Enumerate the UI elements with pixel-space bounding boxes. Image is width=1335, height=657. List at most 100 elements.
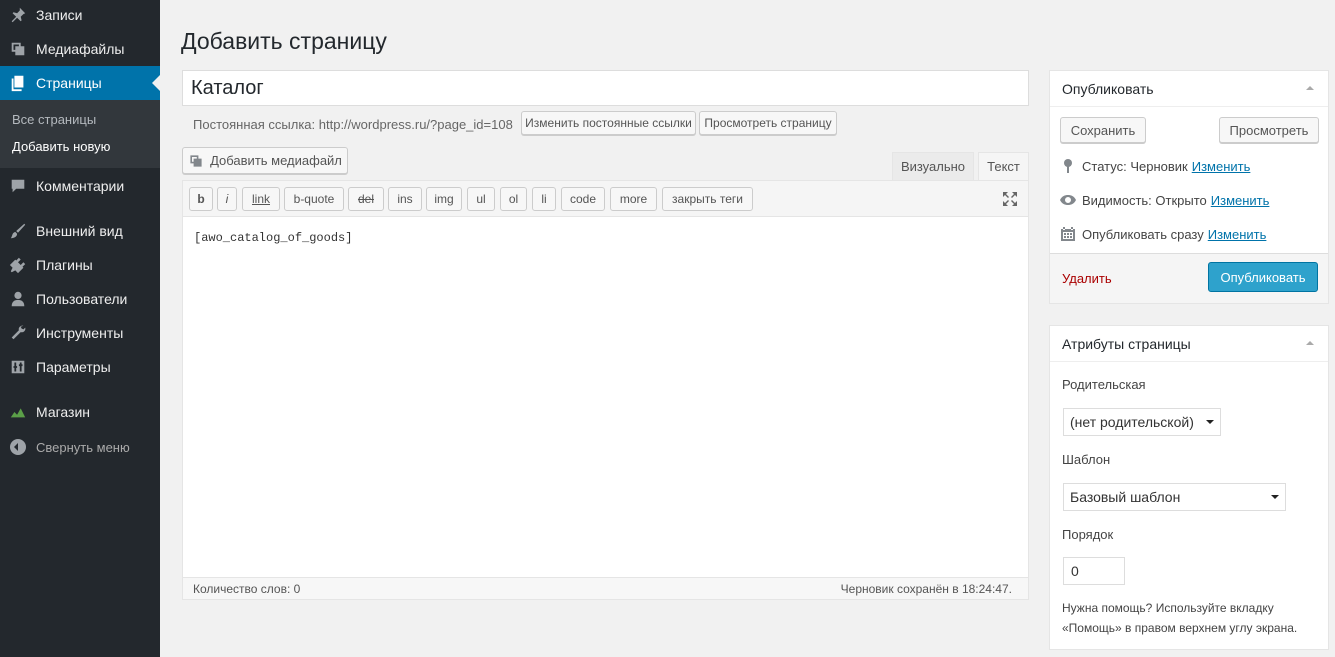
pin-icon [0,6,36,24]
submenu-add-new[interactable]: Добавить новую [12,139,110,154]
menu-item-label: Внешний вид [36,223,123,239]
status-row: Статус: Черновик Изменить [1060,158,1250,174]
wrench-icon [0,324,36,342]
qt-close-tags-button[interactable]: закрыть теги [662,187,753,211]
qt-del-button[interactable]: del [348,187,384,211]
publish-box-header: Опубликовать [1050,71,1328,107]
qt-li-button[interactable]: li [532,187,556,211]
media-icon [190,154,202,167]
permalink-url[interactable]: http://wordpress.ru/?page_id=108 [319,117,513,132]
schedule-label: Опубликовать сразу [1082,226,1204,242]
pages-submenu: Все страницы Добавить новую [0,100,160,168]
menu-item-tools[interactable]: Инструменты [0,316,160,350]
permalink-row: Постоянная ссылка: http://wordpress.ru/?… [193,117,513,132]
publish-actions: Удалить Опубликовать [1050,253,1328,303]
qt-ol-button[interactable]: ol [500,187,527,211]
edit-visibility-link[interactable]: Изменить [1211,193,1270,208]
page-attributes-box: Атрибуты страницы Родительская (нет роди… [1049,325,1329,650]
editor-status-bar: Количество слов: 0 Черновик сохранён в 1… [183,577,1028,599]
brush-icon [0,222,36,240]
menu-item-media[interactable]: Медиафайлы [0,32,160,66]
publish-box: Опубликовать Сохранить Просмотреть Стату… [1049,70,1329,304]
tab-visual[interactable]: Визуально [892,152,974,180]
media-icon [0,40,36,58]
publish-box-title: Опубликовать [1062,80,1154,97]
menu-item-plugins[interactable]: Плагины [0,248,160,282]
order-input[interactable]: 0 [1063,557,1125,585]
collapse-icon [0,439,36,455]
help-text: Нужна помощь? Используйте вкладку «Помощ… [1062,601,1298,635]
qt-more-button[interactable]: more [610,187,657,211]
tab-text[interactable]: Текст [978,152,1029,180]
menu-item-label: Медиафайлы [36,41,125,57]
visibility-label: Видимость: Открыто [1082,192,1207,208]
page-title: Добавить страницу [181,28,387,54]
calendar-icon [1061,227,1075,241]
qt-italic-button[interactable]: i [217,187,237,211]
menu-item-comments[interactable]: Комментарии [0,169,160,203]
menu-item-users[interactable]: Пользователи [0,282,160,316]
menu-item-pages[interactable]: Страницы [0,66,160,100]
menu-item-label: Параметры [36,359,111,375]
parent-select[interactable]: (нет родительской) [1063,408,1221,436]
eye-icon [1060,195,1076,205]
chevron-down-icon [1206,420,1214,424]
menu-item-label: Инструменты [36,325,124,341]
qt-bold-button[interactable]: b [189,187,213,211]
post-title-input[interactable]: Каталог [182,70,1029,106]
menu-item-appearance[interactable]: Внешний вид [0,214,160,248]
fullscreen-icon[interactable] [1002,191,1018,207]
publish-button[interactable]: Опубликовать [1208,262,1318,292]
parent-label: Родительская [1062,377,1146,392]
chevron-down-icon [1271,495,1279,499]
add-media-button[interactable]: Добавить медиафайл [182,147,348,174]
attributes-box-header: Атрибуты страницы [1050,326,1328,362]
pin-icon [1064,159,1072,173]
qt-ul-button[interactable]: ul [467,187,495,211]
toggle-icon[interactable] [1306,341,1314,345]
permalink-label: Постоянная ссылка: [193,117,316,132]
status-label: Статус: Черновик [1082,158,1188,174]
view-page-button[interactable]: Просмотреть страницу [699,111,837,135]
preview-button[interactable]: Просмотреть [1219,117,1319,143]
menu-item-label: Магазин [36,404,91,420]
save-draft-button[interactable]: Сохранить [1060,117,1146,143]
qt-bquote-button[interactable]: b-quote [284,187,344,211]
settings-icon [0,358,36,376]
submenu-all-pages[interactable]: Все страницы [12,112,96,127]
quicktags-toolbar: b i link b-quote del ins img ul ol li co… [183,181,1028,217]
parent-value: (нет родительской) [1070,414,1194,430]
collapse-label: Свернуть меню [36,439,130,455]
text-editor: b i link b-quote del ins img ul ol li co… [182,180,1029,600]
qt-link-button[interactable]: link [242,187,280,211]
collapse-menu-button[interactable]: Свернуть меню [0,436,160,458]
admin-sidebar: Записи Медиафайлы Страницы Все страницы … [0,0,160,657]
edit-status-link[interactable]: Изменить [1192,159,1251,174]
order-label: Порядок [1062,527,1114,542]
change-permalinks-button[interactable]: Изменить постоянные ссылки [521,111,696,135]
menu-item-shop[interactable]: Магазин [0,395,160,429]
menu-item-label: Записи [36,7,83,23]
menu-item-label: Плагины [36,257,93,273]
plugin-icon [0,256,36,274]
editor-textarea[interactable]: [awo_catalog_of_goods] [194,231,352,245]
menu-item-posts[interactable]: Записи [0,0,160,32]
attributes-box-title: Атрибуты страницы [1062,335,1191,352]
template-value: Базовый шаблон [1070,489,1181,505]
qt-img-button[interactable]: img [426,187,462,211]
menu-item-settings[interactable]: Параметры [0,350,160,384]
edit-schedule-link[interactable]: Изменить [1208,227,1267,242]
autosave-status: Черновик сохранён в 18:24:47. [840,582,1012,596]
delete-link[interactable]: Удалить [1062,271,1112,286]
add-media-label: Добавить медиафайл [210,153,342,168]
template-select[interactable]: Базовый шаблон [1063,483,1286,511]
pages-icon [0,74,36,92]
toggle-icon[interactable] [1306,86,1314,90]
comments-icon [0,177,36,195]
template-label: Шаблон [1062,452,1111,467]
user-icon [0,290,36,308]
menu-item-label: Комментарии [36,178,125,194]
qt-ins-button[interactable]: ins [388,187,422,211]
qt-code-button[interactable]: code [561,187,605,211]
schedule-row: Опубликовать сразу Изменить [1060,226,1266,242]
